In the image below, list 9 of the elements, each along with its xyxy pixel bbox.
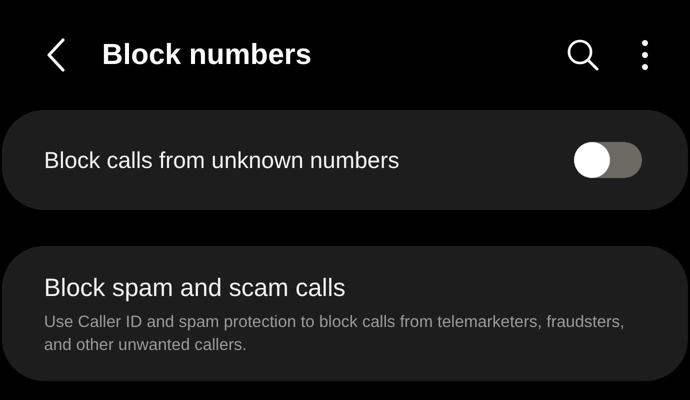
page-title: Block numbers: [102, 38, 312, 72]
toggle-switch[interactable]: [574, 142, 642, 178]
settings-card[interactable]: Block spam and scam calls Use Caller ID and spam protection to block calls from telemarketers, fraudsters, and other unwanted callers.: [2, 246, 688, 381]
setting-description: Use Caller ID and spam protection to block calls from telemarketers, fraudsters, and other unwanted callers.: [44, 312, 626, 356]
back-icon: [46, 38, 66, 72]
search-icon: [566, 38, 600, 72]
more-icon: [642, 40, 648, 70]
setting-label: Block calls from unknown numbers: [44, 146, 400, 174]
setting-label: Block spam and scam calls: [44, 274, 347, 303]
